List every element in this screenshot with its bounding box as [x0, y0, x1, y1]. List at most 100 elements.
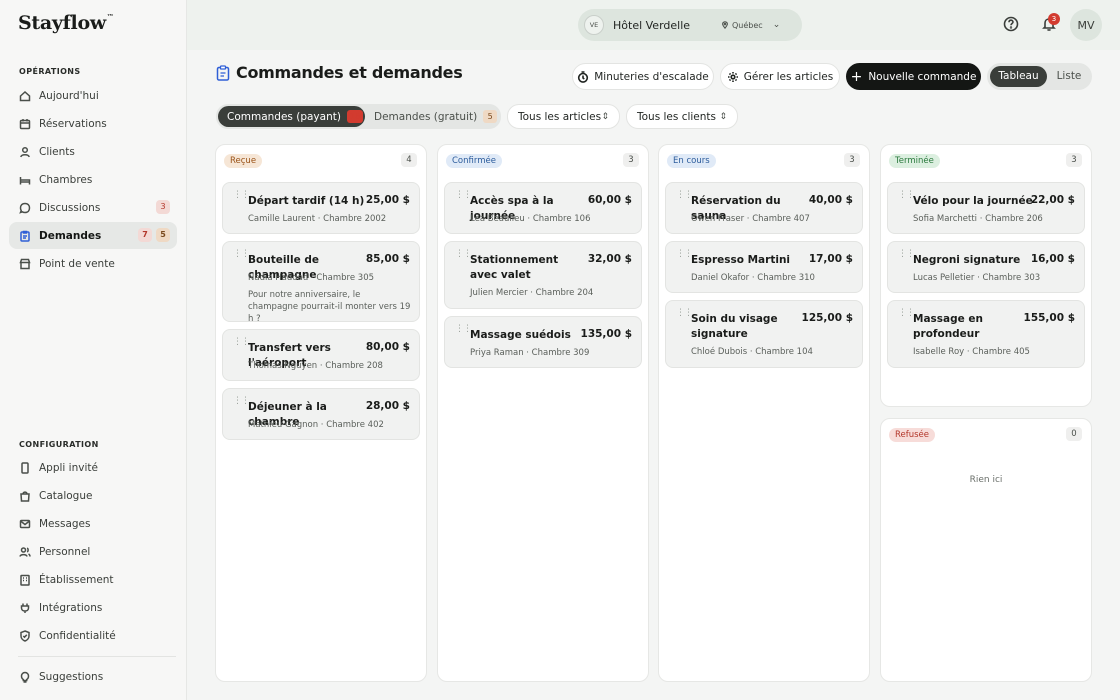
- status-badge: Confirmée: [446, 154, 502, 168]
- gear-icon: [727, 71, 738, 82]
- drag-handle-icon[interactable]: ⋮⋮: [233, 397, 250, 406]
- order-card[interactable]: ⋮⋮ Massage en profondeur 155,00 $ Isabel…: [887, 300, 1085, 368]
- order-card[interactable]: ⋮⋮ Déjeuner à la chambre 28,00 $ Mathieu…: [222, 388, 420, 440]
- order-price: 17,00 $: [808, 253, 853, 265]
- sidebar-item-staff[interactable]: Personnel: [9, 538, 177, 565]
- drag-handle-icon[interactable]: ⋮⋮: [233, 191, 250, 200]
- manage-items-label: Gérer les articles: [743, 70, 834, 83]
- drag-handle-icon[interactable]: ⋮⋮: [676, 191, 693, 200]
- drag-handle-icon[interactable]: ⋮⋮: [676, 250, 693, 259]
- drag-handle-icon[interactable]: ⋮⋮: [898, 250, 915, 259]
- order-card[interactable]: ⋮⋮ Stationnement avec valet 32,00 $ Juli…: [444, 241, 642, 309]
- status-badge: Reçue: [224, 154, 263, 168]
- sidebar-item-privacy[interactable]: Confidentialité: [9, 622, 177, 649]
- order-card[interactable]: ⋮⋮ Accès spa à la journée 60,00 $ Léa Be…: [444, 182, 642, 234]
- page-title: Commandes et demandes: [236, 63, 463, 82]
- sidebar-item-suggestions[interactable]: Suggestions: [9, 663, 177, 690]
- sidebar-item-reservations[interactable]: Réservations: [9, 110, 177, 137]
- order-card[interactable]: ⋮⋮ Vélo pour la journée 22,00 $ Sofia Ma…: [887, 182, 1085, 234]
- order-guest: Chloé Dubois · Chambre 104: [691, 347, 813, 357]
- order-price: 155,00 $: [1023, 312, 1075, 324]
- order-card[interactable]: ⋮⋮ Transfert vers l'aéroport 80,00 $ Tho…: [222, 329, 420, 381]
- sidebar-item-label: Suggestions: [39, 670, 104, 683]
- drag-handle-icon[interactable]: ⋮⋮: [455, 250, 472, 259]
- free-count-badge: 5: [483, 110, 498, 123]
- sidebar-item-discussions[interactable]: Discussions 3: [9, 194, 177, 221]
- drag-handle-icon[interactable]: ⋮⋮: [898, 191, 915, 200]
- column-count: 3: [844, 153, 860, 167]
- order-card[interactable]: ⋮⋮ Bouteille de champagne 85,00 $ Nadia …: [222, 241, 420, 324]
- sidebar-item-today[interactable]: Aujourd'hui: [9, 82, 177, 109]
- order-card[interactable]: ⋮⋮ Réservation du sauna 40,00 $ Owen Fra…: [665, 182, 863, 234]
- discussions-badge: 3: [156, 200, 170, 214]
- column-confirmed: Confirmée 3 ⋮⋮ Accès spa à la journée 60…: [437, 144, 649, 682]
- bed-icon: [19, 174, 31, 186]
- drag-handle-icon[interactable]: ⋮⋮: [233, 250, 250, 259]
- order-card[interactable]: ⋮⋮ Soin du visage signature 125,00 $ Chl…: [665, 300, 863, 368]
- order-price: 60,00 $: [587, 194, 632, 206]
- order-guest: Owen Fraser · Chambre 407: [691, 214, 810, 224]
- help-button[interactable]: [1000, 13, 1022, 35]
- order-price: 22,00 $: [1030, 194, 1075, 206]
- sidebar-item-property[interactable]: Établissement: [9, 566, 177, 593]
- requests-paid-badge: 7: [138, 228, 152, 242]
- order-name: Massage en profondeur: [913, 313, 984, 340]
- drag-handle-icon[interactable]: ⋮⋮: [455, 191, 472, 200]
- hotel-initials-badge: VE: [584, 15, 604, 35]
- tab-paid-orders[interactable]: Commandes (payant) 16: [218, 106, 365, 127]
- sidebar-item-pos[interactable]: Point de vente: [9, 250, 177, 277]
- order-guest: Thomas Nguyen · Chambre 208: [248, 361, 383, 371]
- order-card[interactable]: ⋮⋮ Massage suédois 135,00 $ Priya Raman …: [444, 316, 642, 368]
- bag-icon: [19, 490, 31, 502]
- user-icon: [19, 146, 31, 158]
- notification-count-badge: 3: [1048, 13, 1060, 25]
- order-name: Soin du visage signature: [691, 313, 778, 340]
- articles-filter[interactable]: Tous les articles ⇕: [507, 104, 620, 129]
- column-count: 3: [623, 153, 639, 167]
- tab-free-requests[interactable]: Demandes (gratuit) 5: [366, 106, 499, 127]
- sidebar-item-requests[interactable]: Demandes 7 5: [9, 222, 177, 249]
- manage-items-button[interactable]: Gérer les articles: [720, 63, 840, 90]
- drag-handle-icon[interactable]: ⋮⋮: [455, 325, 472, 334]
- sidebar-item-rooms[interactable]: Chambres: [9, 166, 177, 193]
- order-guest: Mathieu Gagnon · Chambre 402: [248, 420, 384, 430]
- order-price: 16,00 $: [1030, 253, 1075, 265]
- sidebar-item-clients[interactable]: Clients: [9, 138, 177, 165]
- drag-handle-icon[interactable]: ⋮⋮: [233, 338, 250, 347]
- paid-count-badge: 16: [346, 110, 364, 123]
- tab-paid-label: Commandes (payant): [227, 110, 341, 123]
- sidebar-item-label: Chambres: [39, 173, 93, 186]
- sort-chevrons-icon: ⇕: [719, 111, 727, 122]
- order-card[interactable]: ⋮⋮ Negroni signature 16,00 $ Lucas Pelle…: [887, 241, 1085, 293]
- sidebar-item-label: Confidentialité: [39, 629, 116, 642]
- sidebar-item-label: Établissement: [39, 573, 114, 586]
- status-badge: Refusée: [889, 428, 936, 442]
- clients-filter[interactable]: Tous les clients ⇕: [626, 104, 738, 129]
- sidebar-item-label: Discussions: [39, 201, 101, 214]
- order-name: Stationnement avec valet: [470, 254, 559, 281]
- user-avatar[interactable]: MV: [1070, 9, 1102, 41]
- drag-handle-icon[interactable]: ⋮⋮: [676, 309, 693, 318]
- escalation-timers-button[interactable]: Minuteries d'escalade: [572, 63, 714, 90]
- users-icon: [19, 546, 31, 558]
- sidebar-item-integrations[interactable]: Intégrations: [9, 594, 177, 621]
- order-price: 40,00 $: [808, 194, 853, 206]
- help-icon: [1003, 16, 1019, 32]
- home-icon: [19, 90, 31, 102]
- order-guest: Lucas Pelletier · Chambre 303: [913, 273, 1041, 283]
- order-card[interactable]: ⋮⋮ Départ tardif (14 h) 25,00 $ Camille …: [222, 182, 420, 234]
- order-card[interactable]: ⋮⋮ Espresso Martini 17,00 $ Daniel Okafo…: [665, 241, 863, 293]
- hotel-selector[interactable]: VE Hôtel Verdelle Québec ⌄: [578, 9, 802, 41]
- brand-logo[interactable]: Stayflow™: [18, 12, 114, 34]
- sidebar-item-catalogue[interactable]: Catalogue: [9, 482, 177, 509]
- drag-handle-icon[interactable]: ⋮⋮: [898, 309, 915, 318]
- sidebar-item-guest-app[interactable]: Appli invité: [9, 454, 177, 481]
- view-board-option[interactable]: Tableau: [990, 66, 1047, 87]
- plus-icon: +: [850, 68, 863, 85]
- section-label-configuration: CONFIGURATION: [19, 440, 99, 449]
- order-name: Vélo pour la journée: [913, 195, 1033, 207]
- new-order-button[interactable]: + Nouvelle commande: [846, 63, 981, 90]
- column-received: Reçue 4 ⋮⋮ Départ tardif (14 h) 25,00 $ …: [215, 144, 427, 682]
- sidebar-item-messages[interactable]: Messages: [9, 510, 177, 537]
- view-list-option[interactable]: Liste: [1048, 66, 1090, 87]
